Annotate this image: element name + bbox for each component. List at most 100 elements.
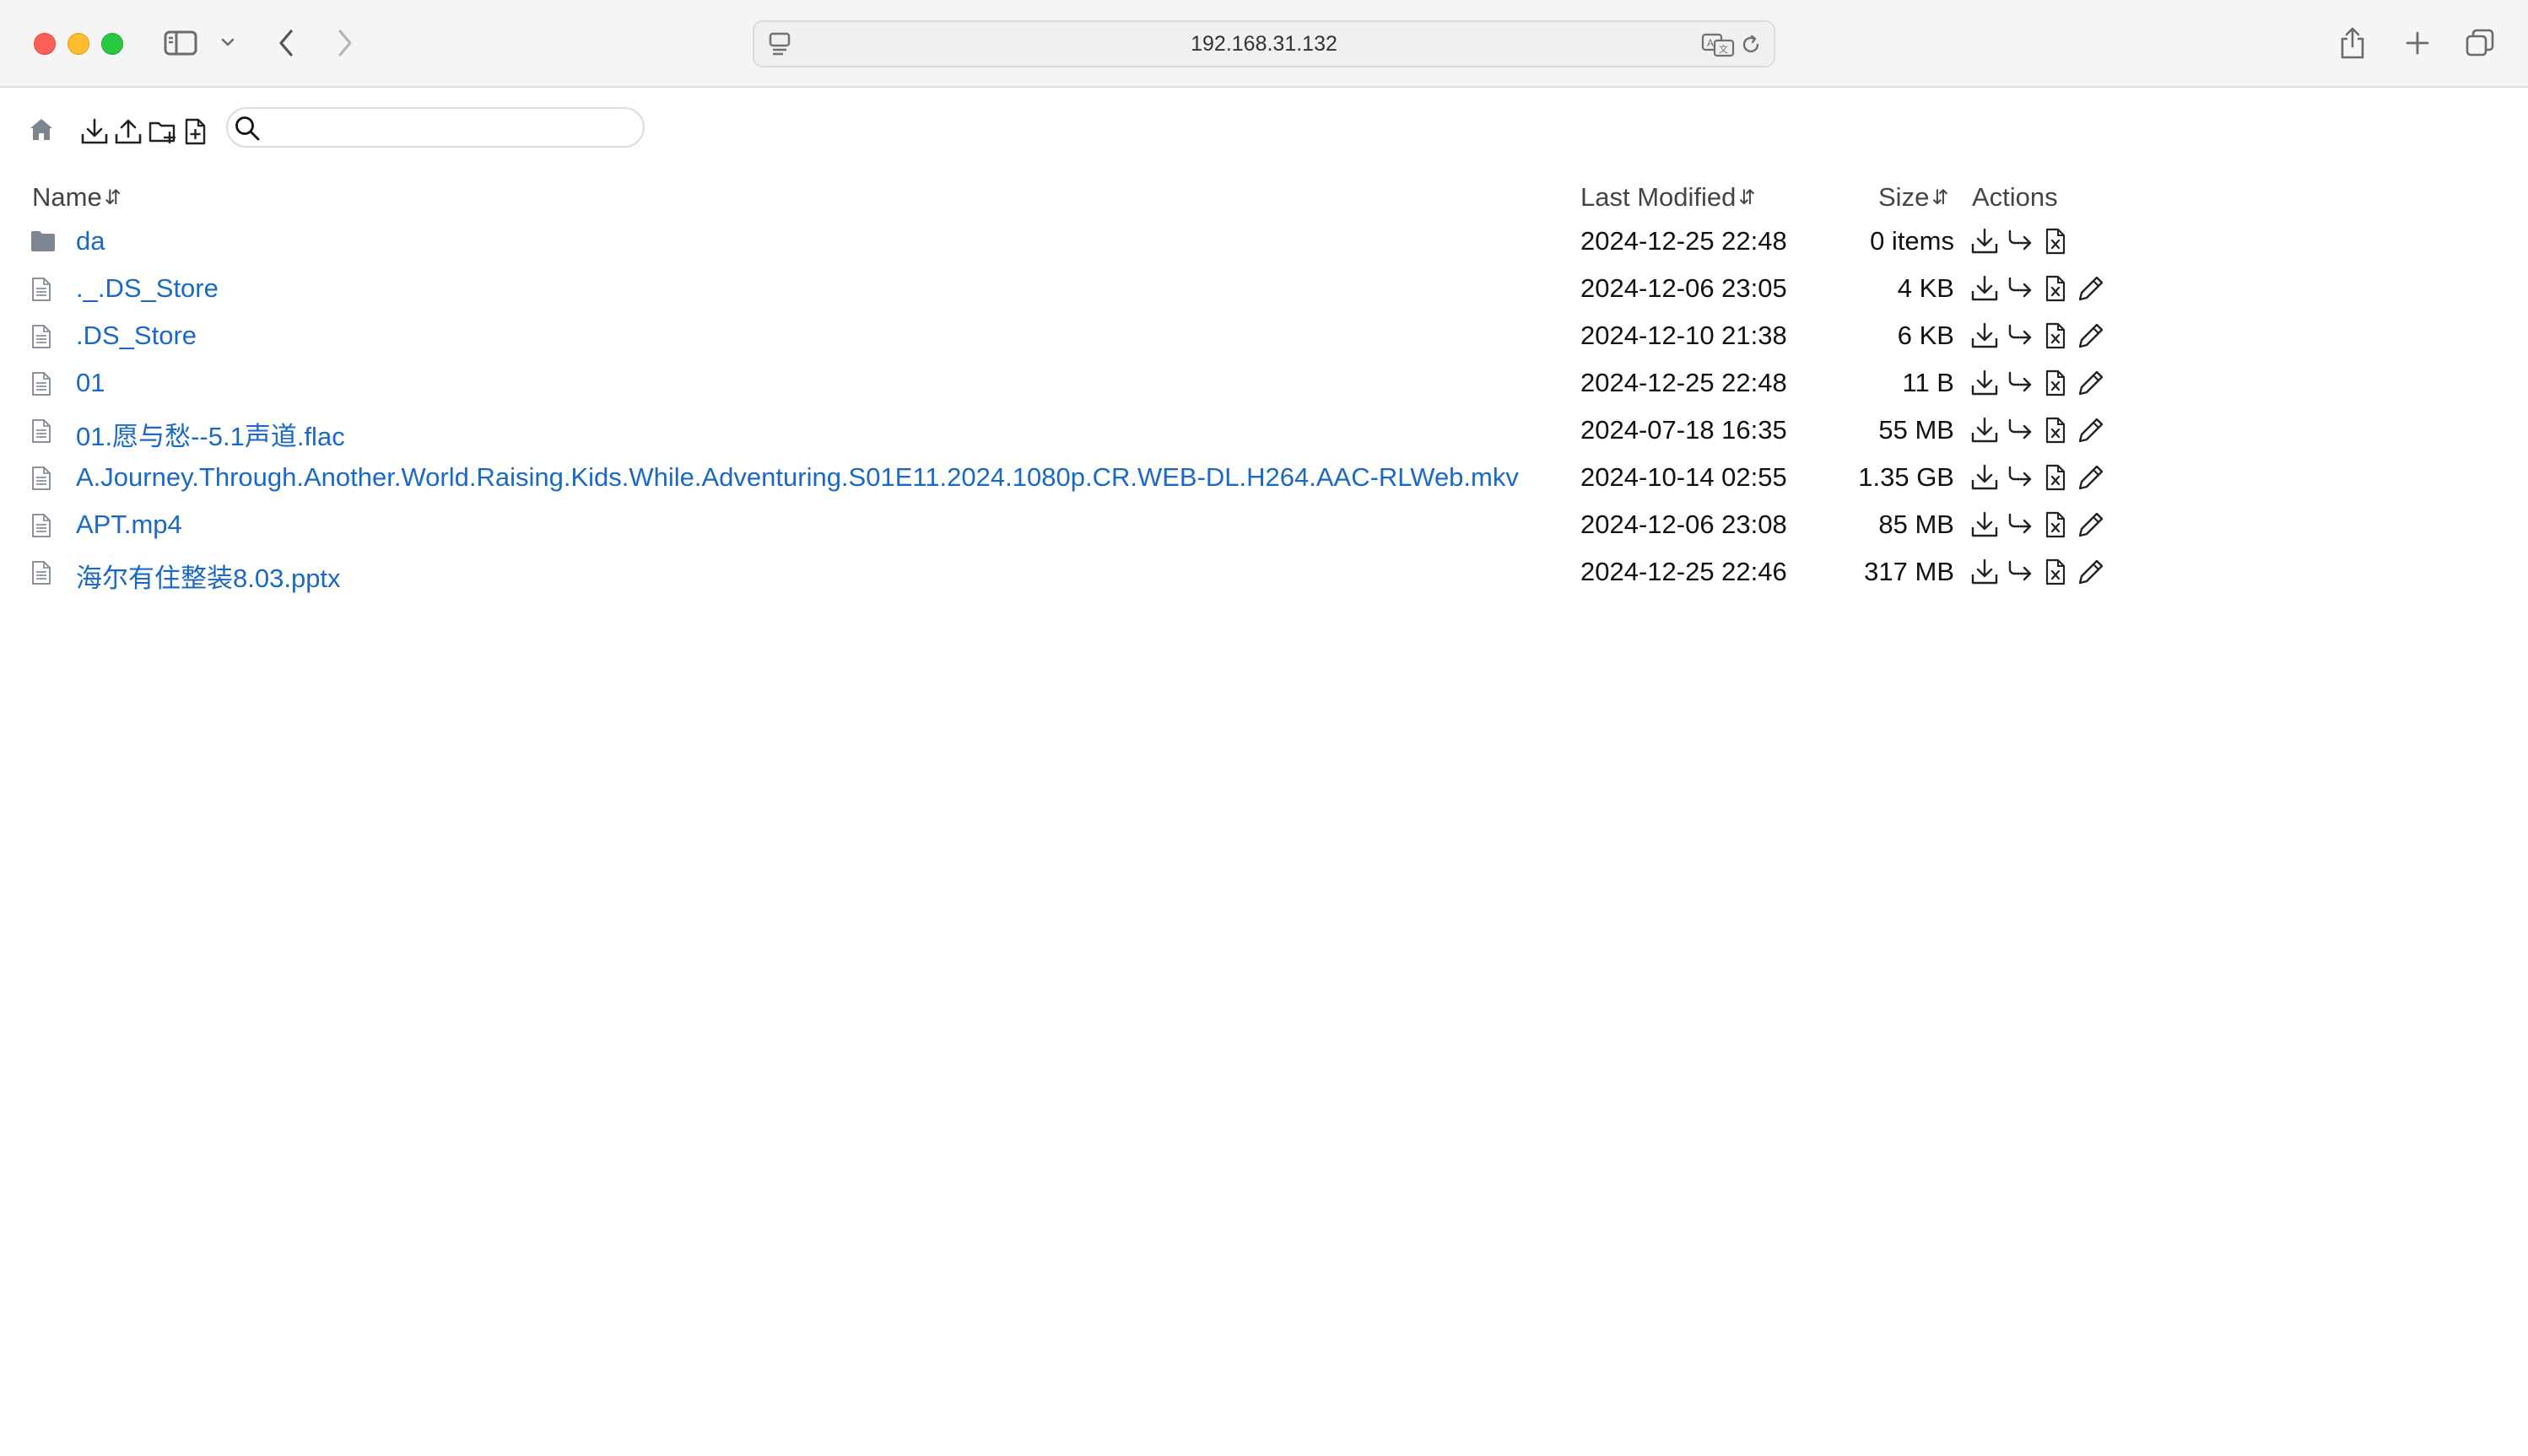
search-icon [233, 114, 262, 143]
edit-pencil-icon[interactable] [2076, 368, 2106, 398]
edit-pencil-icon[interactable] [2076, 273, 2106, 304]
chevron-down-icon[interactable] [218, 32, 238, 52]
download-action-icon[interactable] [1969, 321, 2000, 351]
file-name-link[interactable]: da [76, 226, 105, 256]
edit-pencil-icon[interactable] [2076, 510, 2106, 540]
modified-date: 2024-12-25 22:46 [1580, 557, 1787, 586]
file-name-link[interactable]: 01 [76, 368, 105, 398]
download-action-icon[interactable] [1969, 510, 2000, 540]
move-action-icon[interactable] [2005, 368, 2035, 398]
download-action-icon[interactable] [1969, 226, 2000, 256]
table-row: da 2024-12-25 22:48 0 items [0, 219, 2194, 267]
tab-overview-icon[interactable] [2464, 27, 2496, 59]
file-name-link[interactable]: ._.DS_Store [76, 273, 219, 304]
modified-header-label: Last Modified [1580, 182, 1737, 212]
file-icon [30, 418, 56, 444]
home-icon[interactable] [27, 115, 56, 143]
search-input[interactable] [275, 114, 633, 143]
delete-action-icon[interactable] [2040, 557, 2071, 587]
table-row: A.Journey.Through.Another.World.Raising.… [0, 456, 2194, 503]
move-action-icon[interactable] [2005, 415, 2035, 445]
file-size: 317 MB [1864, 557, 1954, 586]
edit-pencil-icon[interactable] [2076, 557, 2106, 587]
file-name-link[interactable]: 01.愿与愁--5.1声道.flac [76, 415, 345, 453]
edit-pencil-icon[interactable] [2076, 462, 2106, 493]
svg-text:A: A [1707, 37, 1714, 49]
actions-header-label: Actions [1972, 182, 2058, 212]
move-action-icon[interactable] [2005, 273, 2035, 304]
download-icon[interactable] [79, 116, 110, 147]
back-arrow-icon[interactable] [273, 27, 299, 59]
modified-date: 2024-12-06 23:05 [1580, 273, 1787, 303]
maximize-window-button[interactable] [101, 33, 123, 55]
table-row: 海尔有住整装8.03.pptx 2024-12-25 22:46 317 MB [0, 550, 2194, 597]
delete-action-icon[interactable] [2040, 226, 2071, 256]
delete-action-icon[interactable] [2040, 368, 2071, 398]
edit-pencil-icon[interactable] [2076, 415, 2106, 445]
download-action-icon[interactable] [1969, 557, 2000, 587]
move-action-icon[interactable] [2005, 226, 2035, 256]
table-row: 01 2024-12-25 22:48 11 B [0, 361, 2194, 408]
address-bar[interactable]: 192.168.31.132 A 文 [753, 20, 1775, 67]
forward-arrow-icon[interactable] [332, 27, 358, 59]
url-text[interactable]: 192.168.31.132 [754, 22, 1774, 66]
modified-date: 2024-07-18 16:35 [1580, 415, 1787, 445]
size-header-label: Size [1878, 182, 1930, 212]
upload-icon[interactable] [113, 116, 143, 147]
new-folder-icon[interactable] [147, 116, 179, 147]
delete-action-icon[interactable] [2040, 462, 2071, 493]
file-size: 55 MB [1878, 415, 1954, 445]
file-name-link[interactable]: .DS_Store [76, 321, 197, 351]
file-size: 4 KB [1897, 273, 1954, 303]
move-action-icon[interactable] [2005, 557, 2035, 587]
translate-icon[interactable]: A 文 [1701, 32, 1735, 57]
edit-pencil-icon[interactable] [2076, 321, 2106, 351]
file-icon [30, 371, 56, 396]
modified-column-header[interactable]: Last Modified ⇵ [1580, 181, 1756, 214]
close-window-button[interactable] [34, 33, 56, 55]
modified-date: 2024-10-14 02:55 [1580, 462, 1787, 492]
delete-action-icon[interactable] [2040, 510, 2071, 540]
delete-action-icon[interactable] [2040, 321, 2071, 351]
size-column-header[interactable]: Size ⇵ [1878, 181, 1948, 214]
move-action-icon[interactable] [2005, 462, 2035, 493]
sort-icon[interactable]: ⇵ [105, 186, 122, 210]
file-name-link[interactable]: APT.mp4 [76, 510, 182, 540]
modified-date: 2024-12-25 22:48 [1580, 226, 1787, 256]
file-size: 0 items [1870, 226, 1954, 256]
svg-text:文: 文 [1719, 43, 1728, 55]
download-action-icon[interactable] [1969, 273, 2000, 304]
file-icon [30, 324, 56, 349]
new-tab-icon[interactable] [2403, 29, 2432, 57]
browser-window: 192.168.31.132 A 文 Name ⇵ Last Modified … [0, 0, 2528, 1456]
delete-action-icon[interactable] [2040, 273, 2071, 304]
file-size: 1.35 GB [1858, 462, 1954, 492]
sidebar-toggle-icon[interactable] [164, 27, 197, 59]
move-action-icon[interactable] [2005, 510, 2035, 540]
share-icon[interactable] [2337, 25, 2368, 61]
move-action-icon[interactable] [2005, 321, 2035, 351]
modified-date: 2024-12-06 23:08 [1580, 510, 1787, 539]
table-row: ._.DS_Store 2024-12-06 23:05 4 KB [0, 267, 2194, 314]
reload-icon[interactable] [1738, 32, 1764, 57]
actions-column-header: Actions [1972, 181, 2058, 214]
name-column-header[interactable]: Name ⇵ [32, 181, 122, 214]
table-row: 01.愿与愁--5.1声道.flac 2024-07-18 16:35 55 M… [0, 408, 2194, 456]
sort-icon[interactable]: ⇵ [1931, 186, 1948, 210]
new-file-icon[interactable] [181, 116, 209, 147]
folder-icon [30, 229, 56, 255]
file-icon [30, 466, 56, 491]
download-action-icon[interactable] [1969, 415, 2000, 445]
file-name-link[interactable]: A.Journey.Through.Another.World.Raising.… [76, 462, 1519, 493]
delete-action-icon[interactable] [2040, 415, 2071, 445]
table-row: APT.mp4 2024-12-06 23:08 85 MB [0, 503, 2194, 550]
minimize-window-button[interactable] [68, 33, 89, 55]
download-action-icon[interactable] [1969, 462, 2000, 493]
file-name-link[interactable]: 海尔有住整装8.03.pptx [76, 557, 341, 595]
download-action-icon[interactable] [1969, 368, 2000, 398]
sort-icon[interactable]: ⇵ [1738, 186, 1755, 210]
file-icon [30, 513, 56, 538]
file-size: 6 KB [1897, 321, 1954, 350]
search-box[interactable] [226, 107, 645, 148]
file-icon [30, 277, 56, 302]
